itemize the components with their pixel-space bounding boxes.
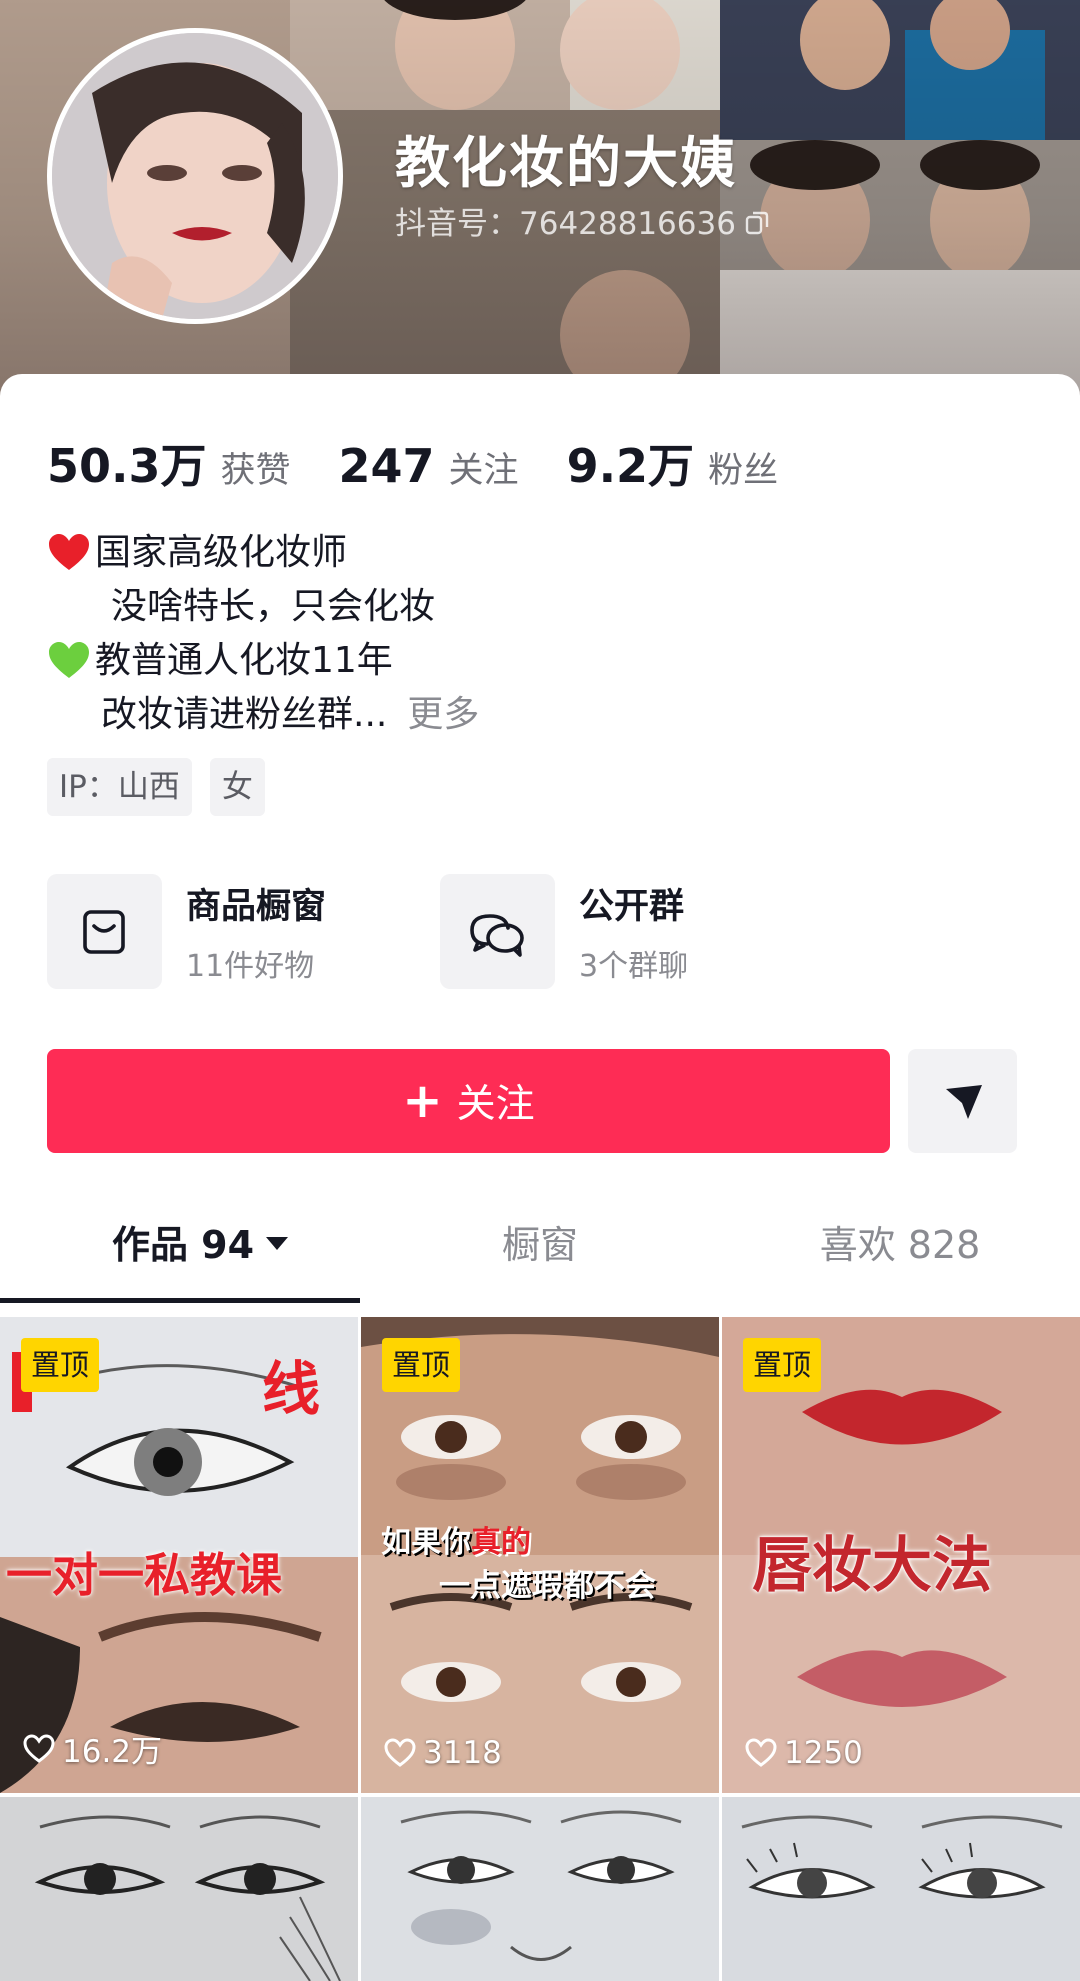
video-thumbnail[interactable]: 唇妆大法 置顶 1250 (722, 1317, 1080, 1793)
pinned-badge: 置顶 (382, 1338, 461, 1392)
stat-followers[interactable]: 9.2万 粉丝 (567, 430, 779, 496)
bio[interactable]: 国家高级化妆师 没啥特长，只会化妆 教普通人化妆11年 改妆请进粉丝群... 更… (47, 526, 479, 742)
stat-label: 粉丝 (708, 451, 779, 491)
bio-text: 教普通人化妆11年 (95, 640, 393, 681)
content-tabs: 作品 94 橱窗 喜欢 828 (0, 1214, 1080, 1296)
heart-outline-icon (23, 1733, 55, 1763)
pinned-badge: 置顶 (21, 1338, 100, 1392)
tab-label: 作品 94 (111, 1223, 255, 1267)
video-thumbnail[interactable]: 线 一对一私教课 置顶 16.2万 (0, 1317, 358, 1793)
public-group-entry[interactable]: 公开群 3个群聊 (440, 874, 833, 989)
avatar[interactable] (47, 28, 343, 324)
stats-row: 50.3万 获赞 247 关注 9.2万 粉丝 (47, 430, 826, 496)
caption-text: 如果你 (381, 1525, 471, 1560)
feature-title: 商品橱窗 (186, 887, 327, 927)
bio-line: 国家高级化妆师 (47, 526, 479, 580)
stat-value: 247 (338, 439, 435, 493)
group-chat-icon (440, 874, 555, 989)
gender-tag: 女 (209, 758, 265, 816)
stat-following[interactable]: 247 关注 (339, 439, 519, 493)
video-thumbnail[interactable] (722, 1797, 1080, 1981)
green-heart-icon (47, 639, 91, 683)
bio-more-link[interactable]: 更多 (407, 688, 479, 742)
profile-header: 教化妆的大姨 抖音号：76428816636 (0, 0, 1080, 400)
bio-text: 改妆请进粉丝群... (101, 694, 388, 735)
bio-line: 改妆请进粉丝群... 更多 (47, 688, 479, 742)
video-title: 唇妆大法 (752, 1531, 992, 1601)
video-caption-line2: 一点遮瑕都不会 (439, 1568, 656, 1604)
video-title: 一对一私教课 (6, 1548, 282, 1602)
bio-line: 教普通人化妆11年 (47, 634, 479, 688)
copy-icon[interactable] (744, 208, 770, 234)
video-likes: 16.2万 (22, 1726, 162, 1771)
ip-location-tag: IP：山西 (47, 758, 192, 816)
follow-button[interactable]: + 关注 (47, 1049, 890, 1153)
stat-label: 关注 (448, 451, 519, 491)
eye-lash-sketch-image (741, 1815, 1063, 1899)
video-thumbnail[interactable] (0, 1797, 358, 1981)
tab-shop[interactable]: 橱窗 (360, 1214, 720, 1269)
likes-count: 16.2万 (62, 1734, 163, 1770)
feature-title: 公开群 (579, 887, 685, 927)
stat-value: 9.2万 (566, 439, 695, 493)
heart-outline-icon (745, 1738, 777, 1767)
tab-works[interactable]: 作品 94 (20, 1214, 380, 1269)
red-heart-icon (47, 531, 91, 575)
heart-outline-icon (384, 1738, 416, 1767)
active-tab-indicator (0, 1298, 360, 1303)
plus-icon: + (402, 1073, 443, 1129)
video-caption: 如果你真的 (381, 1517, 531, 1561)
bio-text: 没啥特长，只会化妆 (111, 586, 436, 627)
shop-window-entry[interactable]: 商品橱窗 11件好物 (47, 874, 440, 989)
video-title-top: 线 (262, 1355, 321, 1423)
bio-text: 国家高级化妆师 (95, 532, 348, 573)
stat-label: 获赞 (220, 451, 291, 491)
video-likes: 3118 (383, 1735, 502, 1771)
follow-label: 关注 (456, 1082, 535, 1127)
stat-value: 50.3万 (47, 439, 207, 493)
pinned-badge: 置顶 (743, 1338, 822, 1392)
likes-count: 3118 (423, 1735, 502, 1771)
eye-drawing-image (34, 1815, 341, 1981)
send-icon (946, 1085, 982, 1119)
profile-name: 教化妆的大姨 (395, 131, 738, 195)
tab-label: 喜欢 828 (819, 1223, 981, 1267)
profile-tags: IP：山西 女 (47, 758, 265, 816)
tab-label: 橱窗 (501, 1223, 578, 1267)
avatar-photo (52, 33, 338, 319)
tab-liked[interactable]: 喜欢 828 (720, 1214, 1080, 1269)
share-button[interactable] (908, 1049, 1017, 1153)
video-thumbnail[interactable] (361, 1797, 719, 1981)
feature-subtitle: 3个群聊 (579, 949, 689, 984)
video-thumbnail[interactable]: 如果你真的 一点遮瑕都不会 置顶 3118 (361, 1317, 719, 1793)
feature-subtitle: 11件好物 (186, 949, 315, 984)
likes-count: 1250 (784, 1735, 863, 1771)
shopping-bag-icon (47, 874, 162, 989)
face-sketch-image (400, 1810, 682, 1961)
feature-entries: 商品橱窗 11件好物 公开群 3个群聊 (47, 874, 833, 989)
bio-line: 没啥特长，只会化妆 (47, 580, 479, 634)
stat-likes[interactable]: 50.3万 获赞 (47, 430, 291, 496)
video-likes: 1250 (744, 1735, 863, 1771)
douyin-id-text: 抖音号：76428816636 (395, 206, 736, 242)
douyin-id[interactable]: 抖音号：76428816636 (395, 198, 770, 243)
caret-down-icon (266, 1237, 289, 1250)
caption-highlight: 真的 (471, 1525, 531, 1560)
